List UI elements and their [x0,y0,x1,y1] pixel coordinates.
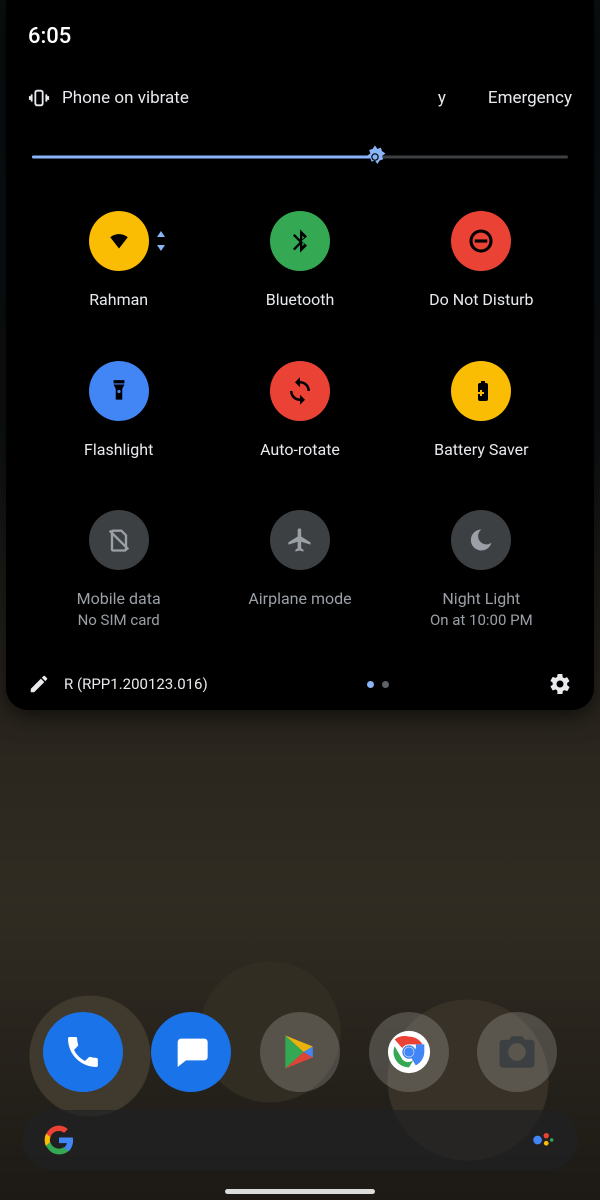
home-dock [0,1012,600,1092]
qs-tile-label: Night Light [442,588,520,610]
build-label: R (RPP1.200123.016) [64,675,208,693]
messages-app-icon[interactable] [151,1012,231,1092]
qs-tile-bluetooth[interactable]: Bluetooth [209,211,390,311]
chrome-app-icon[interactable] [369,1012,449,1092]
phone-app-icon[interactable] [43,1012,123,1092]
page-dot[interactable] [367,681,374,688]
brightness-thumb[interactable] [361,143,389,171]
qs-tile-night[interactable]: Night LightOn at 10:00 PM [391,510,572,630]
qs-tile-label: Flashlight [84,439,153,461]
status-bar-clock: 6:05 [28,24,572,49]
qs-tile-label: Battery Saver [434,439,528,461]
dnd-icon [451,211,511,271]
google-search-bar[interactable] [22,1110,578,1170]
qs-tile-grid: Rahman Bluetooth Do Not Disturb Flashlight A… [28,211,572,630]
qs-tile-battery[interactable]: Battery Saver [391,361,572,461]
bluetooth-icon [270,211,330,271]
expand-chevron-icon[interactable] [155,231,169,251]
battery-saver-icon [451,361,511,421]
vibrate-icon [28,87,50,109]
brightness-slider[interactable] [32,139,568,175]
settings-gear-icon[interactable] [548,672,572,696]
qs-tile-airplane[interactable]: Airplane mode [209,510,390,630]
qs-tile-rotate[interactable]: Auto-rotate [209,361,390,461]
night-light-icon [451,510,511,570]
airplane-icon [270,510,330,570]
vibrate-label: Phone on vibrate [62,88,189,108]
play-store-app-icon[interactable] [260,1012,340,1092]
page-indicator[interactable] [222,681,534,688]
brightness-fill [32,156,375,159]
gesture-nav-handle[interactable] [225,1189,375,1194]
camera-app-icon[interactable] [477,1012,557,1092]
qs-tile-dnd[interactable]: Do Not Disturb [391,211,572,311]
status-hint: y [438,88,446,108]
qs-tile-label: Rahman [89,289,148,311]
qs-tile-label: Airplane mode [248,588,351,610]
qs-tile-sublabel: No SIM card [78,610,160,630]
wifi-icon [89,211,149,271]
status-row: Phone on vibrate y Emergency [28,87,572,109]
no-sim-icon [89,510,149,570]
qs-tile-flash[interactable]: Flashlight [28,361,209,461]
qs-footer: R (RPP1.200123.016) [28,658,572,696]
qs-tile-wifi[interactable]: Rahman [28,211,209,311]
assistant-icon[interactable] [530,1127,556,1153]
emergency-button[interactable]: Emergency [488,88,572,108]
quick-settings-panel: 6:05 Phone on vibrate y Emergency [6,0,594,710]
qs-tile-label: Auto-rotate [260,439,340,461]
autorotate-icon [270,361,330,421]
qs-tile-label: Mobile data [77,588,161,610]
edit-icon[interactable] [28,673,50,695]
google-g-icon [44,1125,74,1155]
qs-tile-sublabel: On at 10:00 PM [430,610,533,630]
page-dot[interactable] [382,681,389,688]
qs-tile-label: Do Not Disturb [429,289,533,311]
qs-tile-mobile[interactable]: Mobile dataNo SIM card [28,510,209,630]
flashlight-icon [89,361,149,421]
qs-tile-label: Bluetooth [266,289,335,311]
